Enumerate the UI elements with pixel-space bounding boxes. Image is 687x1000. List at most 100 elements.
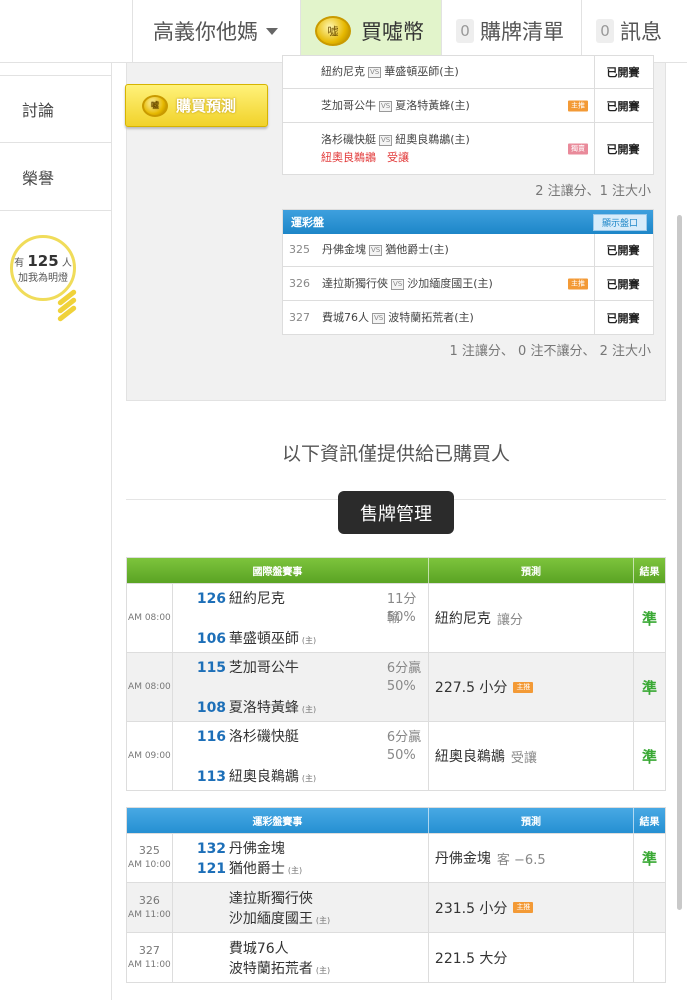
home-team: 紐奧良鵜鶘(主) [395, 132, 470, 146]
prediction-pick: 紐約尼克 [434, 611, 491, 627]
away-team: 達拉斯獨行俠 [322, 276, 388, 290]
prediction-pick: 221.5 大分 [434, 950, 508, 967]
list-item: 洛杉磯快艇 VS 紐奧良鵜鶘(主) 紐奧良鵜鶘 受讓 獨賣 已開賽 [283, 123, 653, 174]
game-number: 325 [289, 243, 310, 256]
lotto-games-list: 運彩盤 顯示盤口 325 丹佛金塊 VS 猶他爵士(主) 已開賽 326 達拉斯獨行俠 VS… [282, 209, 654, 335]
user-menu[interactable]: 高義你他媽 [132, 0, 300, 62]
team-name: 達拉斯獨行俠 [228, 891, 313, 907]
purchase-list-link[interactable]: 0 購牌清單 [441, 0, 581, 62]
away-team: 丹佛金塊 [322, 243, 366, 256]
picks-summary-panel: 噓 購買預測 紐約尼克 VS 華盛頓巫師(主) 已開賽 芝加哥公牛 VS 夏洛特黃蜂(主… [125, 55, 666, 401]
handicap-line: 6分贏 [386, 661, 422, 676]
vs-icon: VS [379, 100, 393, 112]
team-number: 116 [196, 729, 227, 745]
team-name: 沙加緬度國王 [228, 911, 313, 927]
sidebar-item-label: 榮譽 [22, 168, 55, 188]
message-count-badge: 0 [596, 19, 614, 43]
team-name: 洛杉磯快艇 [228, 729, 299, 745]
game-time: 326 AM 11:00 [127, 883, 173, 932]
game-number: 325 [138, 844, 160, 857]
handicap-percent: 50% [386, 748, 416, 763]
buy-coin-label: 買噓幣 [361, 20, 424, 44]
team-number: 108 [196, 700, 227, 716]
result: 準 [642, 609, 658, 628]
sidebar-item-honor[interactable]: 榮譽 [0, 143, 111, 211]
matchup: 116 洛杉磯快艇 113 紐奧良鵜鶘 (主) 6分贏 50% [173, 722, 429, 790]
header-game: 國際盤賽事 [127, 558, 429, 583]
sidebar-item-discussion[interactable]: 討論 [0, 75, 111, 143]
away-team: 費城76人 [322, 310, 369, 324]
game-number: 327 [138, 943, 160, 957]
table-row: AM 08:00 126 紐約尼克 106 華盛頓巫師 (主) 11分輸 50% 紐約… [127, 583, 665, 652]
team-name: 紐約尼克 [228, 591, 285, 607]
status-badge: 已開賽 [606, 142, 640, 156]
prediction-pick: 231.5 小分 [434, 900, 508, 917]
home-team: 夏洛特黃蜂(主) [395, 98, 470, 112]
table-row: 326 AM 11:00 達拉斯獨行俠 沙加緬度國王 (主) 231.5 小分 主推 [127, 882, 665, 932]
time-label: AM 08:00 [128, 613, 171, 623]
coin-icon: 噓 [142, 94, 168, 117]
coin-icon: 噓 [315, 16, 351, 46]
scrollbar[interactable] [677, 215, 682, 910]
header-result: 結果 [639, 817, 660, 828]
prediction-type: 讓分 [496, 612, 523, 628]
prediction: 紐奧良鵜鶘 受讓 [429, 722, 635, 790]
matchup: 115 芝加哥公牛 108 夏洛特黃蜂 (主) 6分贏 50% [173, 653, 429, 721]
result: 準 [642, 747, 658, 766]
matchup: 費城76人 波特蘭拓荒者 (主) [173, 933, 429, 982]
home-marker: (主) [315, 916, 331, 925]
time-label: AM 10:00 [128, 860, 171, 870]
result [634, 883, 665, 932]
team-name: 夏洛特黃蜂 [228, 700, 299, 716]
sidebar-item-label: 討論 [22, 101, 55, 120]
home-team: 猶他爵士(主) [385, 243, 449, 256]
sell-management-button[interactable]: 售牌管理 [338, 491, 454, 534]
lotto-predictions-table: 運彩盤賽事 預測 結果 325 AM 10:00 132 丹佛金塊 121 猶他爵士(… [126, 807, 666, 983]
home-team: 波特蘭拓荒者(主) [388, 310, 474, 324]
status-badge: 已開賽 [606, 277, 640, 291]
list-item: 327 費城76人 VS 波特蘭拓荒者(主) 已開賽 [283, 301, 653, 334]
lightbulb-icon [56, 288, 80, 323]
team-name: 丹佛金塊 [228, 841, 285, 857]
prediction-type: 受讓 [510, 750, 537, 766]
main-content: 噓 購買預測 紐約尼克 VS 華盛頓巫師(主) 已開賽 芝加哥公牛 VS 夏洛特黃蜂(主… [125, 55, 666, 1000]
purchase-list-label: 購牌清單 [480, 20, 564, 44]
game-time: AM 08:00 [127, 584, 173, 652]
matchup: 126 紐約尼克 106 華盛頓巫師 (主) 11分輸 50% [173, 584, 429, 652]
vs-icon: VS [379, 134, 393, 146]
table-row: 327 AM 11:00 費城76人 波特蘭拓荒者 (主) 221.5 大分 [127, 932, 665, 982]
matchup: 達拉斯獨行俠 沙加緬度國王 (主) [173, 883, 429, 932]
status-badge: 已開賽 [606, 66, 640, 79]
game-time: AM 08:00 [127, 653, 173, 721]
prediction-type: 客 −6.5 [496, 852, 546, 868]
purchaser-notice: 以下資訊僅提供給已購買人 [281, 443, 510, 465]
list-item: 芝加哥公牛 VS 夏洛特黃蜂(主) 主推 已開賽 [283, 89, 653, 123]
prediction-pick: 丹佛金塊 [434, 851, 491, 867]
show-odds-button[interactable]: 顯示盤口 [592, 214, 647, 231]
prediction: 丹佛金塊客 −6.5 [429, 834, 635, 882]
intl-predictions-table: 國際盤賽事 預測 結果 AM 08:00 126 紐約尼克 106 華盛頓巫師 (主)… [126, 557, 666, 791]
featured-tag: 主推 [568, 100, 588, 111]
game-time: 325 AM 10:00 [127, 834, 173, 882]
buy-coin-button[interactable]: 噓 買噓幣 [300, 0, 441, 62]
result [634, 933, 665, 982]
handicap-percent: 50% [386, 679, 416, 694]
fans-lightbulb[interactable]: 有 125 人 加我為明燈 [10, 235, 76, 301]
away-team: 洛杉磯快艇 [321, 132, 376, 146]
away-team: 紐約尼克 [321, 65, 365, 78]
team-number: 115 [196, 660, 227, 676]
fans-caption: 加我為明燈 [18, 273, 68, 284]
team-name: 波特蘭拓荒者 [228, 961, 313, 977]
game-number: 326 [289, 276, 310, 290]
vs-icon: VS [391, 278, 405, 290]
team-number: 132 [196, 841, 227, 857]
fans-unit: 人 [61, 258, 72, 269]
team-name: 猶他爵士 [228, 861, 285, 877]
purchase-count-badge: 0 [456, 19, 474, 43]
table-header: 國際盤賽事 預測 結果 [127, 558, 665, 583]
fans-prefix: 有 [14, 258, 25, 269]
messages-link[interactable]: 0 訊息 [581, 0, 687, 62]
header-game: 運彩盤賽事 [127, 808, 429, 833]
team-name: 華盛頓巫師 [228, 631, 299, 647]
buy-predict-button[interactable]: 噓 購買預測 [125, 84, 268, 127]
